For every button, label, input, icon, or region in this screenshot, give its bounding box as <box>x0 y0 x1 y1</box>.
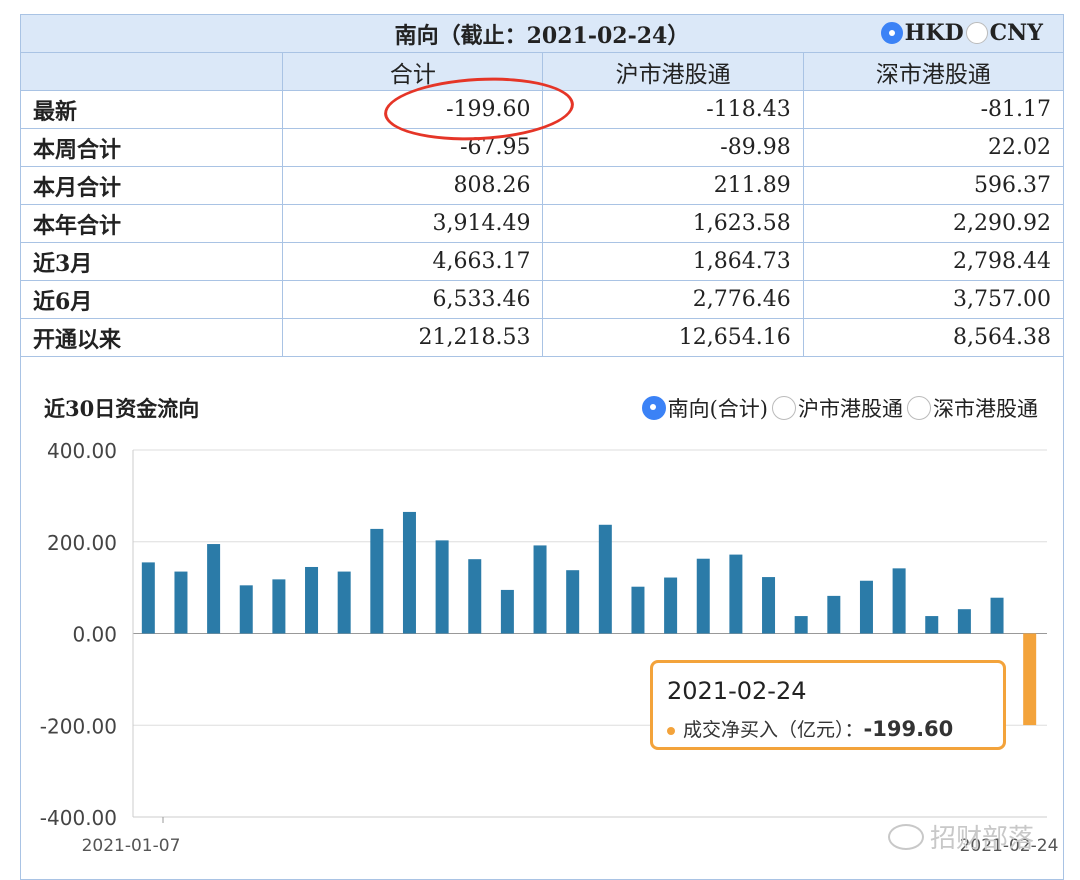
table-cell: 3,757.00 <box>802 280 1065 319</box>
table-cell: -118.43 <box>542 90 804 129</box>
x-tick-label-start: 2021-01-07 <box>82 836 181 856</box>
chart-bar <box>827 595 841 634</box>
chart-bar <box>533 545 547 634</box>
y-tick-label: -200.00 <box>40 714 117 738</box>
tooltip-line: 成交净买入（亿元）：-199.60 <box>667 715 953 742</box>
bar-chart: 400.00 200.00 0.00 -200.00 -400.00 2021-01-07… <box>40 439 1059 856</box>
tooltip-value: -199.60 <box>863 717 954 741</box>
chart-bar <box>925 616 939 634</box>
table-body: 最新 -199.60 -118.43 -81.17 本周合计 -67.95 -89.98 22… <box>19 90 1065 357</box>
tooltip-date: 2021-02-24 <box>667 677 807 705</box>
row-label: 最新 <box>19 90 284 129</box>
chart-bar <box>990 597 1004 634</box>
chart-bar <box>598 524 612 634</box>
cny-radio[interactable] <box>965 22 988 44</box>
table-cell: 4,663.17 <box>282 242 544 281</box>
table-row: 近6月 6,533.46 2,776.46 3,757.00 <box>19 280 1065 319</box>
y-tick-label: 0.00 <box>72 623 117 647</box>
cny-label[interactable]: CNY <box>990 20 1043 46</box>
tooltip-label: 成交净买入（亿元）： <box>683 719 864 741</box>
row-label: 本月合计 <box>19 166 284 205</box>
tooltip-dot-icon <box>667 726 675 735</box>
watermark: 招财部落 <box>888 818 1034 855</box>
table-row: 本周合计 -67.95 -89.98 22.02 <box>19 128 1065 167</box>
table-title-cell: 南向（截止：2021-02-24） HKD CNY <box>20 14 1064 53</box>
row-label: 本周合计 <box>19 128 284 167</box>
y-tick-label: 400.00 <box>47 439 117 463</box>
table-cell: 6,533.46 <box>282 280 544 319</box>
table-cell: 12,654.16 <box>542 318 804 357</box>
chart-bar <box>1023 633 1037 726</box>
chart-bar <box>435 540 449 634</box>
chart-bar <box>141 562 155 634</box>
chart-bar <box>370 528 384 634</box>
y-tick-label: -400.00 <box>40 806 117 830</box>
y-tick-label: 200.00 <box>47 531 117 555</box>
chart-bar <box>174 571 188 634</box>
column-header-blank <box>19 52 284 91</box>
column-header-shenzhen: 深市港股通 <box>802 52 1065 91</box>
table-row: 本月合计 808.26 211.89 596.37 <box>19 166 1065 205</box>
chart-bar <box>402 511 416 634</box>
table-cell: 596.37 <box>802 166 1065 205</box>
table-title: 南向（截止：2021-02-24） <box>394 22 690 49</box>
table-cell: 21,218.53 <box>282 318 544 357</box>
chart-section: 近30日资金流向 南向(合计) 沪市港股通 深市港股通 400.00 200.00… <box>20 367 1064 880</box>
chart-bar <box>664 577 678 634</box>
row-label: 开通以来 <box>19 318 284 357</box>
table-cell: 22.02 <box>802 128 1065 167</box>
chart-bar <box>566 570 580 634</box>
table-cell: 1,623.58 <box>542 204 804 243</box>
row-label: 近3月 <box>19 242 284 281</box>
table-cell: 808.26 <box>282 166 544 205</box>
chart-bar <box>762 577 776 634</box>
chart-bar <box>337 571 351 634</box>
chart-bar <box>957 609 971 634</box>
hkd-label[interactable]: HKD <box>905 20 964 46</box>
table-cell: 3,914.49 <box>282 204 544 243</box>
table-cell: 1,864.73 <box>542 242 804 281</box>
chart-bar <box>305 566 319 634</box>
chart-bar <box>729 554 743 634</box>
table-cell: -81.17 <box>802 90 1065 129</box>
watermark-text: 招财部落 <box>930 824 1035 854</box>
wechat-icon <box>888 823 924 850</box>
row-label: 本年合计 <box>19 204 284 243</box>
table-cell: 211.89 <box>542 166 804 205</box>
chart-bar <box>859 580 873 634</box>
table-row: 本年合计 3,914.49 1,623.58 2,290.92 <box>19 204 1065 243</box>
southbound-flow-table: 南向（截止：2021-02-24） HKD CNY 合计 沪市港股通 深市港股通… <box>19 14 1065 357</box>
chart-bar <box>696 558 710 634</box>
chart-bar <box>892 568 906 634</box>
table-row: 近3月 4,663.17 1,864.73 2,798.44 <box>19 242 1065 281</box>
table-cell: 2,798.44 <box>802 242 1065 281</box>
chart-bar <box>468 559 482 634</box>
row-label: 近6月 <box>19 280 284 319</box>
table-cell: -89.98 <box>542 128 804 167</box>
hkd-radio[interactable] <box>880 22 903 44</box>
chart-bar <box>794 616 808 634</box>
chart-bar <box>239 585 253 634</box>
column-header-shanghai: 沪市港股通 <box>542 52 804 91</box>
chart-bar <box>631 586 645 634</box>
table-cell: 2,290.92 <box>802 204 1065 243</box>
currency-toggle: HKD CNY <box>880 20 1043 46</box>
chart-bar <box>207 544 221 634</box>
table-cell: 2,776.46 <box>542 280 804 319</box>
table-cell: 8,564.38 <box>802 318 1065 357</box>
chart-tooltip: 2021-02-24 成交净买入（亿元）：-199.60 <box>650 660 1006 750</box>
chart-bar <box>500 589 514 634</box>
table-row: 开通以来 21,218.53 12,654.16 8,564.38 <box>19 318 1065 357</box>
chart-bar <box>272 579 286 634</box>
